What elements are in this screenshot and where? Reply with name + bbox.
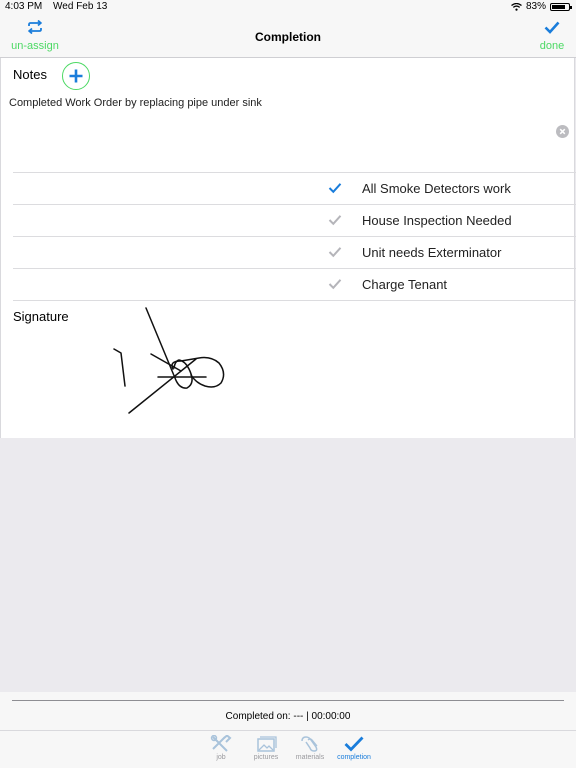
paperclip-icon bbox=[301, 736, 318, 752]
checkmark-icon bbox=[328, 215, 342, 226]
tab-completion[interactable]: completion bbox=[329, 735, 379, 761]
battery-icon bbox=[550, 3, 572, 11]
checklist-item[interactable]: Unit needs Exterminator bbox=[13, 236, 576, 268]
status-date: Wed Feb 13 bbox=[53, 1, 108, 12]
plus-icon bbox=[69, 69, 83, 83]
tab-job[interactable]: job bbox=[196, 735, 246, 761]
status-time: 4:03 PM bbox=[5, 1, 43, 12]
tab-label: job bbox=[216, 754, 226, 761]
clear-icon bbox=[559, 128, 566, 135]
footer: Completed on: --- | 00:00:00 job picture… bbox=[0, 692, 576, 768]
tab-label: completion bbox=[337, 754, 371, 761]
checklist: All Smoke Detectors work House Inspectio… bbox=[13, 172, 576, 301]
checklist-item[interactable]: House Inspection Needed bbox=[13, 204, 576, 236]
checklist-item-label: Unit needs Exterminator bbox=[362, 245, 502, 260]
tab-label: materials bbox=[295, 754, 325, 761]
checklist-item-label: Charge Tenant bbox=[362, 277, 448, 292]
add-note-button[interactable] bbox=[62, 62, 90, 90]
notes-text-field[interactable]: Completed Work Order by replacing pipe u… bbox=[9, 97, 262, 109]
checklist-item[interactable]: All Smoke Detectors work bbox=[13, 172, 576, 204]
clear-notes-button[interactable] bbox=[556, 125, 569, 138]
checklist-item-label: House Inspection Needed bbox=[362, 213, 512, 228]
navigation-bar: un-assign Completion done bbox=[0, 14, 576, 58]
done-button[interactable]: done bbox=[534, 14, 570, 57]
photos-icon bbox=[257, 736, 277, 752]
tools-icon bbox=[210, 735, 232, 752]
battery-percent: 83% bbox=[525, 1, 546, 12]
checkmark-icon bbox=[328, 183, 342, 194]
completed-on-text: Completed on: --- | 00:00:00 bbox=[225, 711, 351, 722]
page-title: Completion bbox=[255, 30, 321, 44]
completion-form: Notes Completed Work Order by replacing … bbox=[0, 58, 576, 438]
status-bar: 4:03 PM Wed Feb 13 83% bbox=[0, 0, 576, 14]
checklist-item-label: All Smoke Detectors work bbox=[362, 181, 511, 196]
checkmark-icon bbox=[328, 279, 342, 290]
done-label: done bbox=[539, 40, 565, 52]
signature-pad[interactable] bbox=[101, 303, 251, 418]
tab-label: pictures bbox=[253, 754, 279, 761]
tab-pictures[interactable]: pictures bbox=[241, 735, 291, 761]
signature-label: Signature bbox=[13, 309, 69, 324]
checkmark-icon bbox=[544, 21, 560, 34]
checkmark-icon bbox=[328, 247, 342, 258]
checkmark-icon bbox=[344, 736, 364, 752]
wifi-icon bbox=[511, 3, 522, 11]
tab-materials[interactable]: materials bbox=[285, 735, 335, 761]
tab-bar: job pictures materials completion bbox=[0, 730, 576, 768]
notes-label: Notes bbox=[13, 67, 47, 82]
checklist-item[interactable]: Charge Tenant bbox=[13, 268, 576, 301]
divider bbox=[12, 700, 564, 701]
